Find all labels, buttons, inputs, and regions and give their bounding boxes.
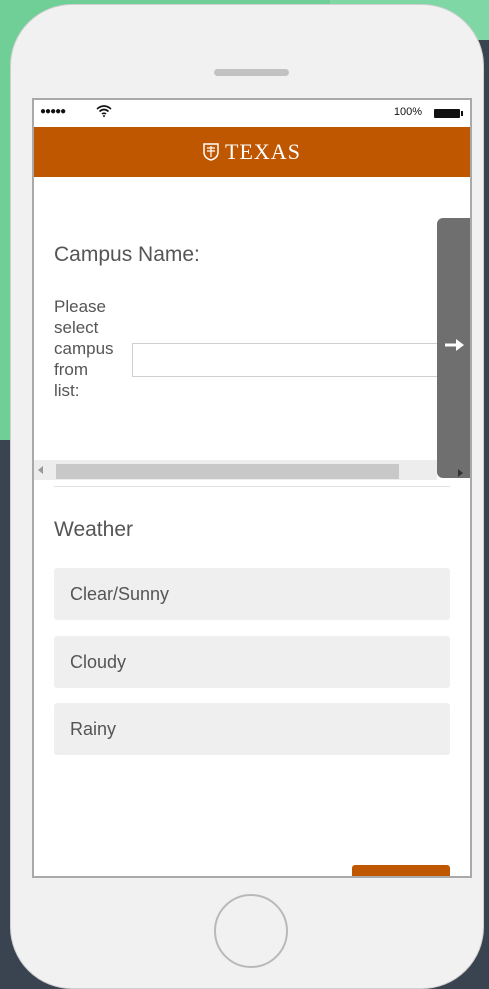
weather-option-cloudy[interactable]: Cloudy	[54, 636, 450, 688]
campus-help-text: Please select campus from list:	[54, 296, 134, 401]
scroll-right-arrow-icon[interactable]	[458, 469, 463, 477]
horizontal-scrollbar[interactable]	[34, 460, 437, 480]
phone-frame: ●●●●● 100% TEXAS Campus Name: Please sel…	[10, 4, 484, 989]
campus-name-label: Campus Name:	[54, 243, 200, 266]
battery-icon	[434, 109, 463, 118]
scroll-left-arrow-icon[interactable]	[38, 466, 43, 474]
campus-help-line: campus	[54, 339, 114, 358]
section-divider	[54, 486, 450, 487]
shield-icon	[203, 143, 219, 161]
next-panel-tab[interactable]	[437, 218, 470, 478]
wifi-icon	[96, 105, 112, 117]
signal-strength: ●●●●●	[40, 106, 66, 117]
submit-button[interactable]	[352, 865, 450, 876]
home-button[interactable]	[214, 894, 288, 968]
weather-option-clear-sunny[interactable]: Clear/Sunny	[54, 568, 450, 620]
campus-help-line: select	[54, 318, 99, 337]
campus-help-line: from	[54, 360, 88, 379]
app-header: TEXAS	[34, 127, 470, 177]
weather-option-rainy[interactable]: Rainy	[54, 703, 450, 755]
scrollbar-thumb[interactable]	[56, 464, 399, 479]
phone-screen: ●●●●● 100% TEXAS Campus Name: Please sel…	[32, 98, 472, 878]
campus-help-line: Please	[54, 297, 106, 316]
campus-select-input[interactable]	[132, 343, 452, 377]
phone-speaker	[214, 69, 289, 76]
arrow-right-icon	[445, 339, 464, 351]
status-bar: ●●●●● 100%	[34, 100, 470, 126]
brand-logo-text: TEXAS	[225, 139, 301, 164]
battery-percentage: 100%	[393, 106, 422, 118]
weather-label: Weather	[54, 518, 133, 541]
campus-help-line: list:	[54, 381, 80, 400]
